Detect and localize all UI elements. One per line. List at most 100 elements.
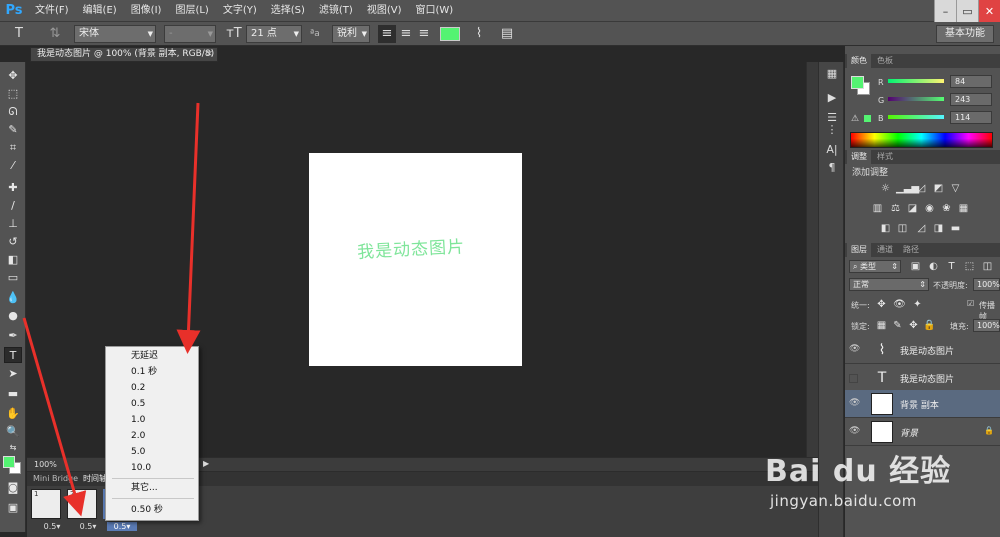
menu-window[interactable]: 窗口(W) [408, 0, 460, 22]
screen-mode-icon[interactable]: ▣ [4, 500, 22, 516]
animation-frame-2[interactable]: 2 [67, 489, 97, 519]
propagate-checkbox[interactable]: ☑ [967, 299, 974, 308]
menu-view[interactable]: 视图(V) [360, 0, 409, 22]
quick-select-tool-icon[interactable]: ✎ [4, 122, 22, 138]
exposure-icon[interactable]: ◩ [932, 182, 945, 195]
clone-stamp-tool-icon[interactable]: ⊥ [4, 216, 22, 232]
workspace-select[interactable]: 基本功能 [936, 25, 994, 43]
close-tab-icon[interactable]: × [205, 48, 213, 61]
layer-row[interactable]: 👁 背景 副本 [845, 390, 1000, 418]
delay-option-2-0[interactable]: 2.0 [131, 429, 145, 443]
align-left-icon[interactable]: ≡ [378, 25, 396, 43]
menu-type[interactable]: 文字(Y) [216, 0, 264, 22]
actions-panel-icon[interactable]: ▶ [823, 90, 841, 106]
dodge-tool-icon[interactable]: ● [4, 308, 22, 324]
delay-current-value[interactable]: 0.50 秒 [131, 503, 163, 517]
animation-frame-1[interactable]: 1 [31, 489, 61, 519]
fg-color-swatch[interactable] [851, 76, 864, 89]
warp-text-icon[interactable]: ⌇ [470, 25, 488, 43]
vertical-scrollbar[interactable] [806, 62, 818, 457]
type-tool-icon[interactable]: T [4, 347, 22, 363]
zoom-level[interactable]: 100% [34, 458, 57, 472]
menu-select[interactable]: 选择(S) [264, 0, 312, 22]
type-tool-icon[interactable]: T [10, 25, 28, 43]
healing-brush-tool-icon[interactable]: ✚ [4, 180, 22, 196]
posterize-icon[interactable]: ◫ [896, 222, 909, 235]
r-slider[interactable] [888, 79, 944, 83]
pen-tool-icon[interactable]: ✒ [4, 328, 22, 344]
tab-styles[interactable]: 样式 [873, 150, 897, 164]
lock-position-icon[interactable]: ✥ [907, 319, 920, 332]
antialias-select[interactable]: 锐利 ▼ [332, 25, 370, 43]
tab-channels[interactable]: 通道 [873, 243, 897, 257]
document-tab[interactable]: 我是动态图片 @ 100% (背景 副本, RGB/8) * × [30, 47, 218, 62]
menu-layer[interactable]: 图层(L) [168, 0, 215, 22]
unify-position-icon[interactable]: ✥ [875, 298, 888, 311]
menu-file[interactable]: 文件(F) [28, 0, 76, 22]
filter-type-icon[interactable]: T [945, 260, 958, 273]
delay-option-1-0[interactable]: 1.0 [131, 413, 145, 427]
delay-option-no-delay[interactable]: 无延迟 [131, 349, 158, 363]
close-icon[interactable]: ✕ [978, 0, 1000, 22]
menu-image[interactable]: 图像(I) [124, 0, 169, 22]
font-size-select[interactable]: 21 点 ▼ [246, 25, 302, 43]
eye-icon[interactable]: 👁 [849, 398, 861, 408]
lock-image-icon[interactable]: ✎ [891, 319, 904, 332]
path-selection-tool-icon[interactable]: ➤ [4, 366, 22, 382]
delay-option-0-1[interactable]: 0.1 秒 [131, 365, 157, 379]
tab-layers[interactable]: 图层 [847, 243, 871, 257]
history-panel-icon[interactable]: ▦ [823, 66, 841, 82]
tab-color[interactable]: 颜色 [847, 54, 871, 68]
lock-transparent-icon[interactable]: ▦ [875, 319, 888, 332]
frame-delay-2[interactable]: 0.5▾ [73, 522, 103, 531]
layer-row[interactable]: 👁 背景 🔒 [845, 418, 1000, 446]
color-lookup-icon[interactable]: ▦ [957, 202, 970, 215]
info-panel-icon[interactable]: ⋮ [823, 122, 841, 138]
color-balance-icon[interactable]: ⚖ [889, 202, 902, 215]
delay-option-0-2[interactable]: 0.2 [131, 381, 145, 395]
brightness-icon[interactable]: ☼ [879, 182, 892, 195]
quick-mask-icon[interactable]: ◙ [4, 480, 22, 496]
g-value-input[interactable]: 243 [950, 93, 992, 106]
default-colors-icon[interactable]: ⇆ [4, 440, 22, 456]
layer-row[interactable]: 👁 ⌇ 我是动态图片 [845, 336, 1000, 364]
selective-color-icon[interactable]: ◨ [932, 222, 945, 235]
color-spectrum-bar[interactable] [850, 132, 993, 148]
gradient-tool-icon[interactable]: ▭ [4, 270, 22, 286]
tab-mini-bridge[interactable]: Mini Bridge [33, 472, 78, 486]
marquee-tool-icon[interactable]: ⬚ [4, 86, 22, 102]
text-orientation-icon[interactable]: ⇅ [46, 25, 64, 43]
tab-adjustments[interactable]: 调整 [847, 150, 871, 164]
text-color-swatch[interactable] [440, 27, 460, 41]
lock-all-icon[interactable]: 🔒 [923, 319, 936, 332]
tab-timeline[interactable]: 时间轴 [83, 472, 107, 486]
menu-edit[interactable]: 编辑(E) [76, 0, 124, 22]
brush-tool-icon[interactable]: / [4, 198, 22, 214]
unify-visibility-icon[interactable]: 👁 [893, 298, 906, 311]
delay-option-10-0[interactable]: 10.0 [131, 461, 151, 475]
delay-option-0-5[interactable]: 0.5 [131, 397, 145, 411]
font-style-select[interactable]: - ▼ [164, 25, 216, 43]
tab-paths[interactable]: 路径 [899, 243, 923, 257]
blur-tool-icon[interactable]: 💧 [4, 290, 22, 306]
font-family-select[interactable]: 宋体 ▼ [74, 25, 156, 43]
filter-pixel-icon[interactable]: ▣ [909, 260, 922, 273]
gradient-map-icon[interactable]: ▬ [949, 222, 962, 235]
hidden-eye-box[interactable] [849, 374, 858, 383]
eraser-tool-icon[interactable]: ◧ [4, 252, 22, 268]
b-slider[interactable] [888, 115, 944, 119]
move-tool-icon[interactable]: ✥ [4, 68, 22, 84]
lasso-tool-icon[interactable]: ᘏ [4, 104, 22, 120]
unify-style-icon[interactable]: ✦ [911, 298, 924, 311]
maximize-icon[interactable]: ▭ [956, 0, 978, 22]
channel-mixer-icon[interactable]: ❀ [940, 202, 953, 215]
status-expand-icon[interactable]: ▶ [203, 459, 209, 468]
menu-filter[interactable]: 滤镜(T) [312, 0, 360, 22]
crop-tool-icon[interactable]: ⌗ [4, 140, 22, 156]
filter-shape-icon[interactable]: ⬚ [963, 260, 976, 273]
opacity-input[interactable]: 100% [973, 278, 1000, 291]
minimize-icon[interactable]: – [934, 0, 956, 22]
zoom-tool-icon[interactable]: 🔍 [4, 424, 22, 440]
history-brush-tool-icon[interactable]: ↺ [4, 234, 22, 250]
document-canvas[interactable]: 我是动态图片 [309, 153, 522, 366]
